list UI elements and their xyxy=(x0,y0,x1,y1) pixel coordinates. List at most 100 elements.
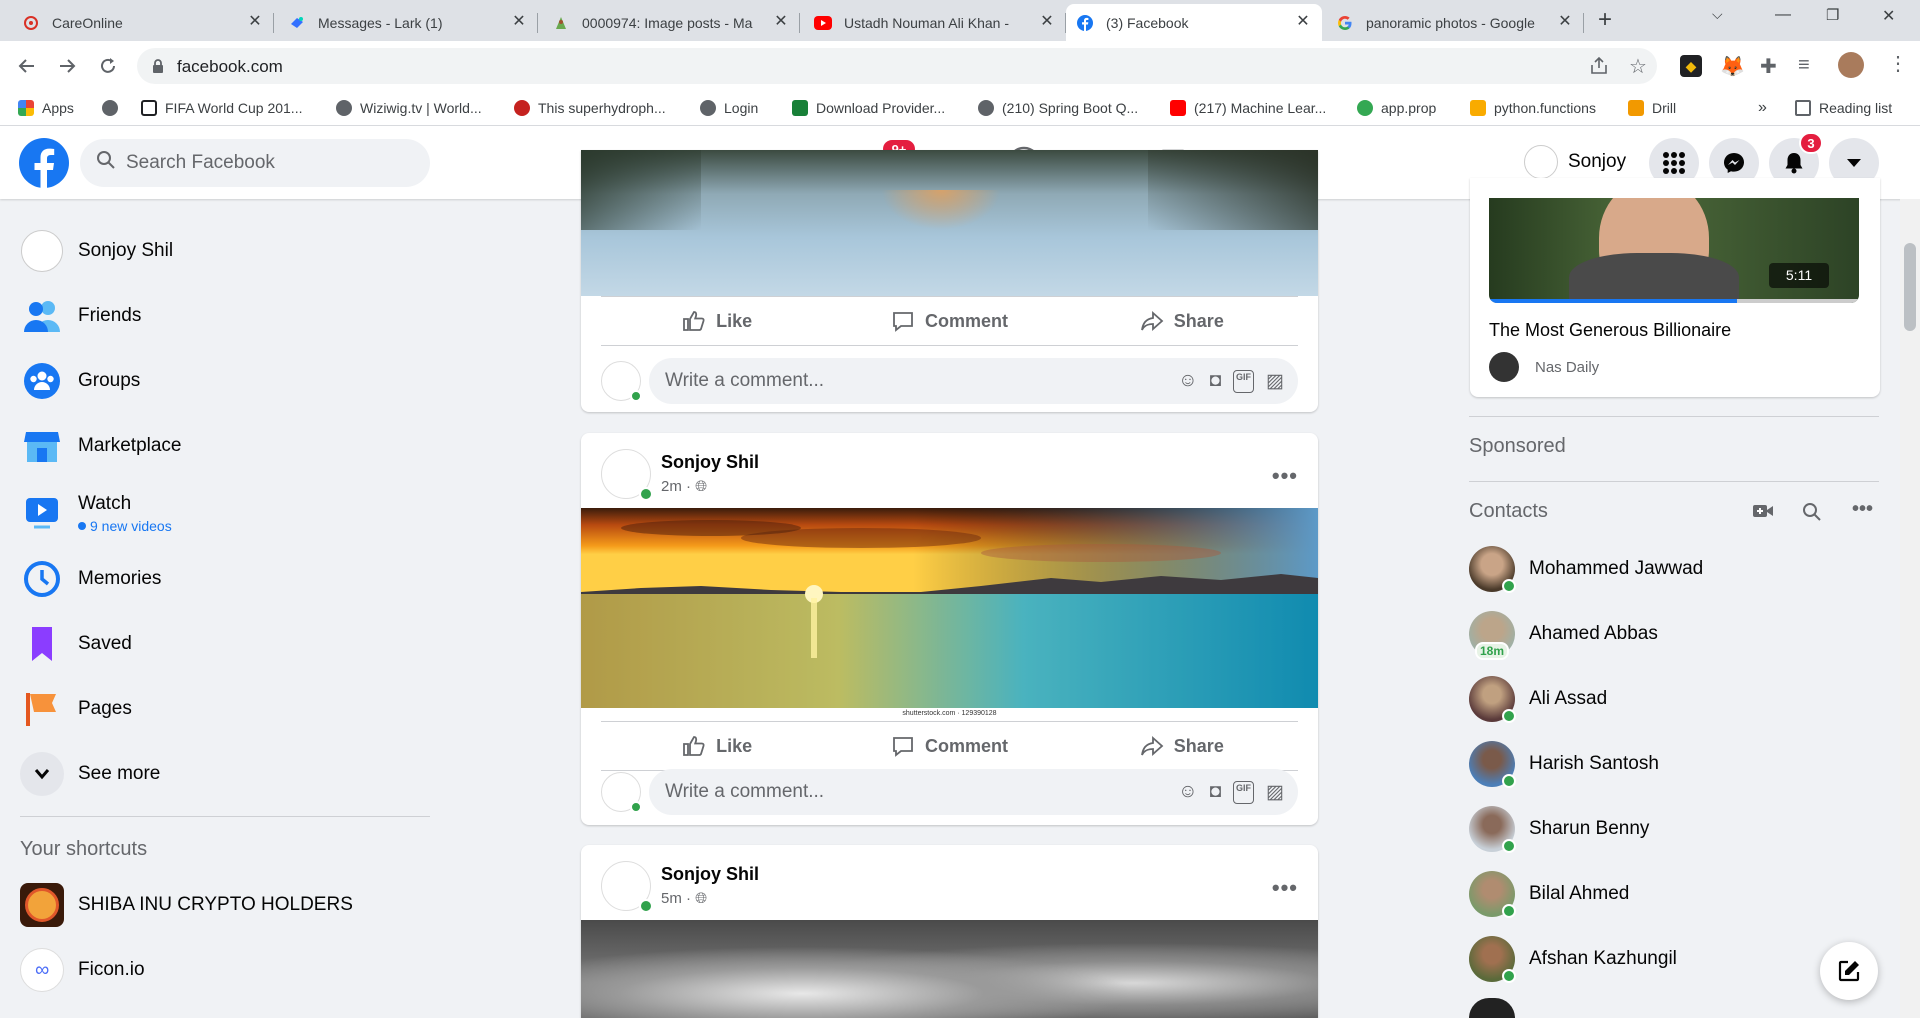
shortcut-shiba-inu[interactable]: SHIBA INU CRYPTO HOLDERS xyxy=(20,879,353,931)
close-icon[interactable]: ✕ xyxy=(1038,13,1056,31)
see-more-button[interactable]: See more xyxy=(20,748,160,800)
like-button[interactable]: Like xyxy=(601,722,833,770)
search-input[interactable]: Search Facebook xyxy=(80,139,430,187)
contact-item[interactable]: 18m Ahamed Abbas xyxy=(1469,608,1658,660)
comment-input[interactable]: Write a comment... ☺ ◘ GIF ▨ xyxy=(649,769,1298,815)
bookmark-item[interactable]: python.functions xyxy=(1470,97,1596,119)
contact-item[interactable]: Bilal Ahmed xyxy=(1469,868,1629,920)
post-author[interactable]: Sonjoy Shil xyxy=(661,452,759,473)
back-icon[interactable] xyxy=(14,53,40,79)
scrollbar-thumb[interactable] xyxy=(1904,243,1916,331)
contact-item[interactable]: Afshan Kazhungil xyxy=(1469,933,1677,985)
bookmark-item[interactable]: FIFA World Cup 201... xyxy=(141,97,302,119)
video-title[interactable]: The Most Generous Billionaire xyxy=(1489,320,1731,341)
bookmark-item[interactable]: Wiziwig.tv | World... xyxy=(336,97,482,119)
browser-tab[interactable]: Messages - Lark (1) ✕ xyxy=(278,4,538,41)
sticker-icon[interactable]: ▨ xyxy=(1266,370,1284,393)
bookmark-item[interactable]: This superhydroph... xyxy=(514,97,666,119)
more-options-icon[interactable]: ••• xyxy=(1272,463,1298,489)
post-time[interactable]: 2m · xyxy=(661,478,691,495)
like-button[interactable]: Like xyxy=(601,297,833,345)
reading-list[interactable]: Reading list xyxy=(1795,97,1892,119)
facebook-logo-icon[interactable] xyxy=(19,138,69,192)
browser-tab[interactable]: CareOnline ✕ xyxy=(12,4,274,41)
more-options-icon[interactable]: ••• xyxy=(1272,875,1298,901)
profile-button[interactable]: Sonjoy xyxy=(1520,142,1636,182)
sidebar-item-memories[interactable]: Memories xyxy=(20,553,161,605)
new-tab-button[interactable]: + xyxy=(1598,6,1612,34)
close-icon[interactable]: ✕ xyxy=(510,13,528,31)
post-image[interactable] xyxy=(581,150,1318,296)
forward-icon[interactable] xyxy=(54,53,80,79)
share-button[interactable]: Share xyxy=(1066,297,1298,345)
contact-avatar-partial[interactable] xyxy=(1469,998,1515,1018)
camera-icon[interactable]: ◘ xyxy=(1210,781,1221,804)
bookmark-item[interactable]: (217) Machine Lear... xyxy=(1170,97,1326,119)
browser-tab[interactable]: 0000974: Image posts - Ma ✕ xyxy=(542,4,800,41)
share-page-icon[interactable] xyxy=(1589,56,1609,80)
close-window-button[interactable]: ✕ xyxy=(1882,6,1895,26)
sidebar-item-marketplace[interactable]: Marketplace xyxy=(20,420,182,472)
more-bookmarks-chevron[interactable]: » xyxy=(1758,97,1767,119)
contact-item[interactable]: Mohammed Jawwad xyxy=(1469,543,1703,595)
metamask-extension-icon[interactable]: 🦊 xyxy=(1720,54,1745,79)
bookmark-item[interactable]: (210) Spring Boot Q... xyxy=(978,97,1138,119)
post-image[interactable] xyxy=(581,508,1318,708)
contact-item[interactable]: Sharun Benny xyxy=(1469,803,1649,855)
omnibox[interactable]: facebook.com ☆ xyxy=(137,48,1657,84)
bookmark-item[interactable]: Download Provider... xyxy=(792,97,945,119)
comment-input[interactable]: Write a comment... ☺ ◘ GIF ▨ xyxy=(649,358,1298,404)
close-icon[interactable]: ✕ xyxy=(1294,13,1312,31)
share-button[interactable]: Share xyxy=(1066,722,1298,770)
comment-button[interactable]: Comment xyxy=(833,297,1065,345)
restore-button[interactable]: ❐ xyxy=(1826,6,1839,24)
video-channel[interactable]: Nas Daily xyxy=(1489,352,1599,382)
sidebar-item-watch[interactable]: Watch 9 new videos xyxy=(20,484,172,542)
camera-icon[interactable]: ◘ xyxy=(1210,370,1221,393)
sidebar-item-friends[interactable]: Friends xyxy=(20,290,141,342)
contact-item[interactable]: Ali Assad xyxy=(1469,673,1607,725)
bookmark-item[interactable]: Login xyxy=(700,97,758,119)
minimize-button[interactable]: — xyxy=(1775,6,1791,24)
binance-extension-icon[interactable]: ◆ xyxy=(1680,55,1702,77)
post-time[interactable]: 5m · xyxy=(661,890,691,907)
contacts-options-icon[interactable]: ••• xyxy=(1852,498,1873,521)
bookmark-globe[interactable] xyxy=(102,97,126,119)
sidebar-item-pages[interactable]: Pages xyxy=(20,683,132,735)
media-queue-icon[interactable]: ≡ xyxy=(1798,54,1810,77)
bookmark-star-icon[interactable]: ☆ xyxy=(1629,54,1647,79)
emoji-icon[interactable]: ☺ xyxy=(1178,370,1197,393)
browser-tab[interactable]: Ustadh Nouman Ali Khan - ✕ xyxy=(804,4,1066,41)
page-scrollbar[interactable] xyxy=(1900,199,1920,1018)
close-icon[interactable]: ✕ xyxy=(772,13,790,31)
menu-dots-icon[interactable]: ⋮ xyxy=(1888,51,1908,76)
video-thumbnail[interactable]: 5:11 xyxy=(1489,198,1859,303)
tab-search-icon[interactable]: ⌵ xyxy=(1712,6,1723,23)
emoji-icon[interactable]: ☺ xyxy=(1178,781,1197,804)
search-contacts-icon[interactable] xyxy=(1802,502,1822,526)
sidebar-item-profile[interactable]: Sonjoy Shil xyxy=(20,225,173,277)
post-author[interactable]: Sonjoy Shil xyxy=(661,864,759,885)
close-icon[interactable]: ✕ xyxy=(1556,13,1574,31)
sidebar-item-groups[interactable]: Groups xyxy=(20,355,140,407)
bookmark-apps[interactable]: Apps xyxy=(18,97,74,119)
lock-icon[interactable] xyxy=(151,58,165,78)
profile-avatar[interactable] xyxy=(1838,52,1864,78)
contact-item[interactable]: Harish Santosh xyxy=(1469,738,1659,790)
shortcut-ficon[interactable]: ∞ Ficon.io xyxy=(20,944,145,996)
bookmark-item[interactable]: Drill xyxy=(1628,97,1676,119)
close-icon[interactable]: ✕ xyxy=(246,13,264,31)
reload-icon[interactable] xyxy=(95,53,121,79)
bookmark-item[interactable]: app.prop xyxy=(1357,97,1436,119)
browser-tab[interactable]: panoramic photos - Google ✕ xyxy=(1326,4,1584,41)
new-room-icon[interactable] xyxy=(1752,502,1774,524)
sticker-icon[interactable]: ▨ xyxy=(1266,781,1284,804)
post-image[interactable] xyxy=(581,920,1318,1018)
gif-icon[interactable]: GIF xyxy=(1233,370,1255,393)
comment-button[interactable]: Comment xyxy=(833,722,1065,770)
extensions-puzzle-icon[interactable]: ✚ xyxy=(1760,54,1777,79)
browser-tab-active[interactable]: (3) Facebook ✕ xyxy=(1066,4,1322,41)
gif-icon[interactable]: GIF xyxy=(1233,781,1255,804)
sidebar-item-saved[interactable]: Saved xyxy=(20,618,132,670)
new-message-button[interactable] xyxy=(1820,942,1878,1000)
